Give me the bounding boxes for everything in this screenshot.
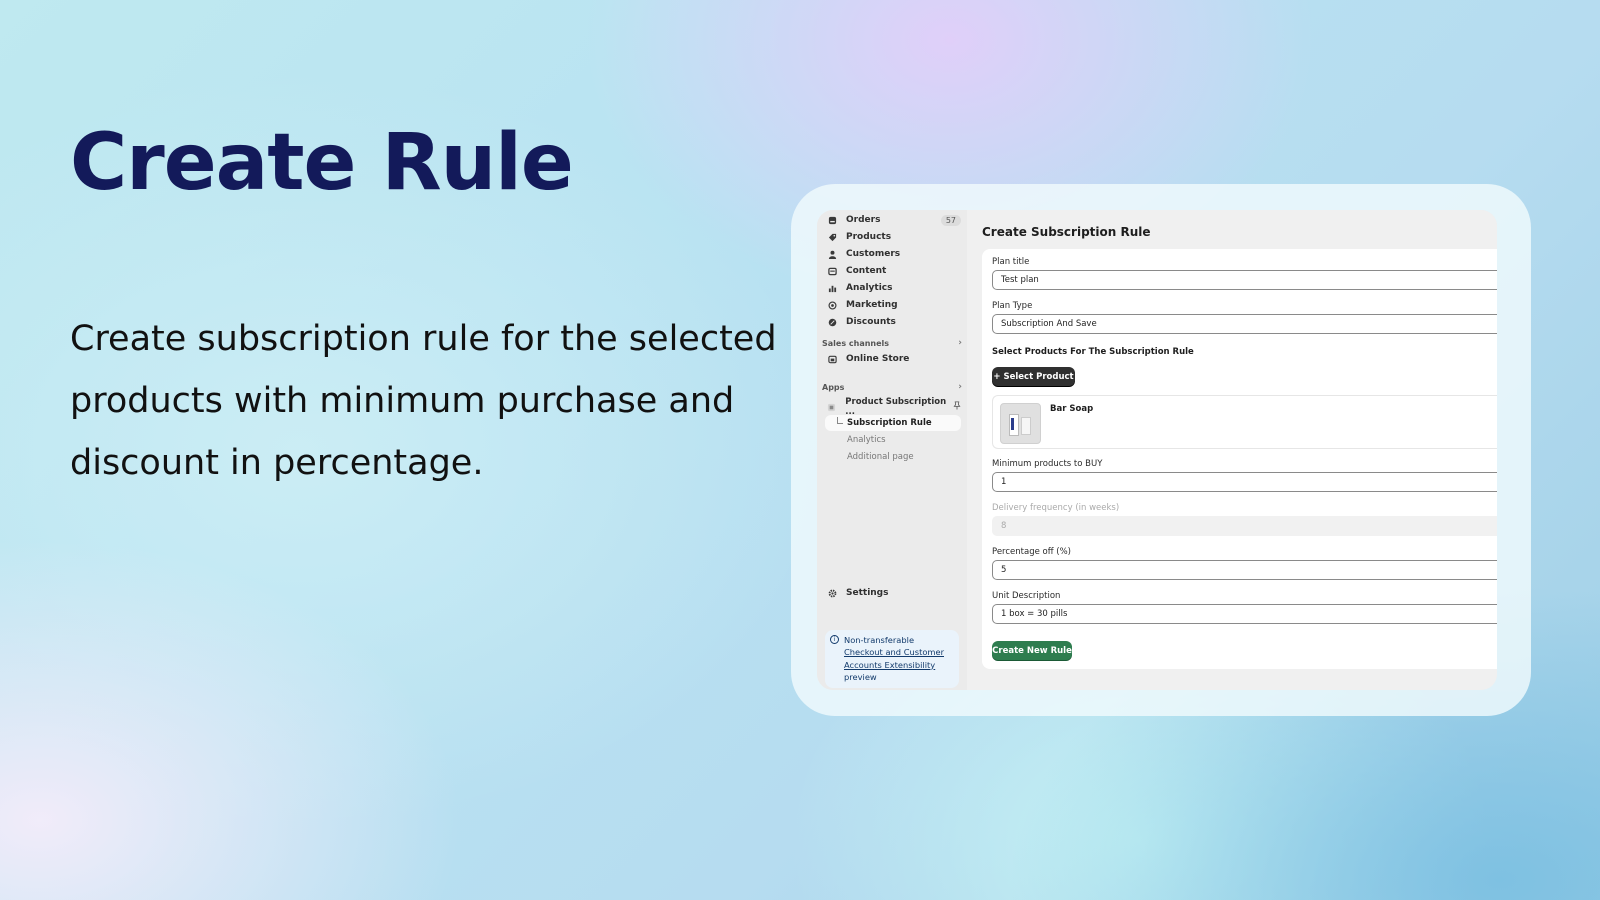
sidebar-item-label: Discounts [846,317,896,327]
chevron-right-icon: › [958,338,962,348]
extensibility-notice: i Non-transferable Checkout and Customer… [825,630,959,688]
percentage-off-input[interactable]: 5 [992,560,1497,580]
sidebar-item-app[interactable]: Product Subscription ... [825,397,961,417]
rule-form-card: Plan title Test plan Plan Type Subscript… [982,249,1497,669]
sidebar-item-online-store[interactable]: Online Store [825,351,961,367]
hero-description: Create subscription rule for the selecte… [70,319,777,483]
page-title: Create Subscription Rule [982,225,1151,239]
plan-title-input[interactable]: Test plan [992,270,1497,290]
person-icon [825,250,839,259]
sales-channels-label: Sales channels [822,338,890,348]
apps-heading[interactable]: Apps › [822,382,962,392]
notice-suffix: preview [844,671,877,682]
plan-type-label: Plan Type [992,301,1033,311]
plan-type-select[interactable]: Subscription And Save [992,314,1497,334]
sidebar-item-marketing[interactable]: Marketing [825,297,961,313]
sidebar-item-products[interactable]: Products [825,229,961,245]
main-content: Create Subscription Rule Plan title Test… [967,210,1497,690]
sidebar-item-label: Settings [846,588,889,598]
sub-item-label: Subscription Rule [847,418,932,428]
sidebar-item-orders[interactable]: Orders 57 [825,212,961,228]
products-section-title: Select Products For The Subscription Rul… [992,347,1194,357]
sub-item-label: Analytics [847,435,886,445]
sidebar-item-label: Products [846,232,892,242]
sidebar-item-discounts[interactable]: Discounts [825,314,961,330]
sidebar-item-customers[interactable]: Customers [825,246,961,262]
app-icon [825,403,838,412]
tree-branch-icon [837,417,843,424]
store-icon [825,355,839,364]
bar-chart-icon [825,284,839,293]
tag-icon [825,233,839,242]
hero-title: Create Rule [70,118,574,208]
sidebar: Orders 57 Products Customers Content Ana… [817,210,967,690]
min-products-input[interactable]: 1 [992,472,1497,492]
sidebar-item-label: Orders [846,215,881,225]
admin-window: Orders 57 Products Customers Content Ana… [817,210,1497,690]
apps-label: Apps [822,382,845,392]
select-product-button[interactable]: + Select Product [992,367,1075,386]
delivery-frequency-label: Delivery frequency (in weeks) [992,503,1120,513]
content-icon [825,267,839,276]
unit-description-input[interactable]: 1 box = 30 pills [992,604,1497,624]
product-name: Bar Soap [1050,404,1094,414]
discount-icon [825,318,839,327]
sub-item-label: Additional page [847,452,914,462]
sidebar-item-label: Online Store [846,354,910,364]
percentage-off-label: Percentage off (%) [992,547,1071,557]
sidebar-item-content[interactable]: Content [825,263,961,279]
target-icon [825,300,839,310]
sidebar-item-label: Content [846,266,887,276]
sidebar-item-subscription-rule[interactable]: Subscription Rule [825,415,961,431]
sidebar-item-label: Analytics [846,283,893,293]
sidebar-item-analytics[interactable]: Analytics [825,280,961,296]
sidebar-item-app-analytics[interactable]: Analytics [825,432,961,448]
delivery-frequency-input: 8 [992,516,1497,536]
gear-icon [825,589,839,598]
sidebar-item-label: Customers [846,249,901,259]
info-icon: i [830,635,839,644]
notice-link[interactable]: Checkout and Customer Accounts Extensibi… [844,646,953,671]
min-products-label: Minimum products to BUY [992,459,1103,469]
sidebar-item-additional-page[interactable]: Additional page [825,449,961,465]
sales-channels-heading[interactable]: Sales channels › [822,338,962,348]
create-new-rule-button[interactable]: Create New Rule [992,641,1072,660]
orders-count-badge: 57 [940,214,961,226]
app-name: Product Subscription ... [845,397,947,417]
chevron-right-icon: › [958,382,962,392]
plan-title-label: Plan title [992,257,1030,267]
sidebar-item-label: Marketing [846,300,898,310]
pin-icon[interactable] [953,401,961,413]
notice-title: Non-transferable [844,635,915,645]
unit-description-label: Unit Description [992,591,1061,601]
sidebar-item-settings[interactable]: Settings [825,585,961,601]
selected-product-item[interactable]: Bar Soap [992,395,1497,449]
orders-icon [825,216,839,225]
product-thumbnail [1000,403,1041,444]
